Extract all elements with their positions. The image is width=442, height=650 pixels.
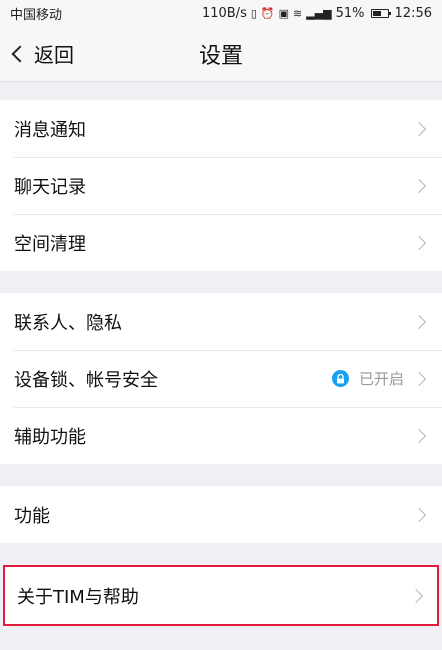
back-button[interactable]: 返回 — [0, 39, 74, 68]
chevron-left-icon — [11, 45, 29, 63]
settings-item-label: 辅助功能 — [14, 426, 86, 448]
status-bar: 中国移动 110B/s ▯ ⏰ ▣ ≋ ▂▄▆ 51% 12:56 — [0, 0, 442, 26]
settings-item-label: 空间清理 — [14, 233, 86, 255]
navigation-bar: 返回 设置 — [0, 26, 442, 82]
settings-item-label: 关于TIM与帮助 — [17, 586, 139, 608]
settings-item-device-lock[interactable]: 设备锁、帐号安全 已开启 — [0, 350, 442, 407]
settings-item-label: 设备锁、帐号安全 — [14, 369, 158, 391]
chevron-right-icon — [411, 178, 427, 193]
clock: 12:56 — [394, 5, 432, 21]
settings-item-label: 聊天记录 — [14, 176, 86, 198]
chevron-right-icon — [411, 235, 427, 250]
settings-group-general: 消息通知 聊天记录 空间清理 — [0, 100, 442, 271]
carrier-name: 中国移动 — [10, 7, 63, 23]
chevron-right-icon — [408, 588, 424, 603]
battery-icon — [370, 8, 391, 18]
settings-item-notifications[interactable]: 消息通知 — [0, 100, 442, 157]
vibrate-icon: ▯ — [250, 6, 257, 20]
settings-group-privacy: 联系人、隐私 设备锁、帐号安全 已开启 辅助功能 — [0, 293, 442, 464]
chevron-right-icon — [411, 314, 427, 329]
settings-item-storage-cleanup[interactable]: 空间清理 — [0, 214, 442, 271]
signal-icon: ▂▄▆ — [306, 6, 332, 20]
settings-item-accessibility[interactable]: 辅助功能 — [0, 407, 442, 464]
chevron-right-icon — [411, 507, 427, 522]
hd-icon: ▣ — [278, 6, 290, 20]
status-icons: 110B/s ▯ ⏰ ▣ ≋ ▂▄▆ 51% 12:56 — [202, 6, 432, 21]
lock-icon — [331, 370, 349, 387]
settings-item-label: 消息通知 — [14, 119, 86, 141]
settings-item-chat-history[interactable]: 聊天记录 — [0, 157, 442, 214]
settings-item-contacts-privacy[interactable]: 联系人、隐私 — [0, 293, 442, 350]
net-speed: 110B/s — [201, 5, 247, 21]
alarm-icon: ⏰ — [260, 6, 275, 20]
chevron-right-icon — [411, 121, 427, 136]
chevron-right-icon — [411, 371, 427, 386]
back-label: 返回 — [34, 43, 74, 67]
wifi-icon: ≋ — [293, 6, 303, 20]
chevron-right-icon — [411, 428, 427, 443]
battery-percent: 51% — [335, 5, 365, 21]
settings-item-label: 功能 — [14, 505, 50, 527]
settings-item-about-help[interactable]: 关于TIM与帮助 — [3, 565, 439, 626]
settings-group-about: 关于TIM与帮助 — [3, 565, 439, 626]
settings-group-features: 功能 — [0, 486, 442, 543]
settings-item-label: 联系人、隐私 — [14, 312, 122, 334]
settings-item-features[interactable]: 功能 — [0, 486, 442, 543]
device-lock-status: 已开启 — [358, 370, 404, 388]
